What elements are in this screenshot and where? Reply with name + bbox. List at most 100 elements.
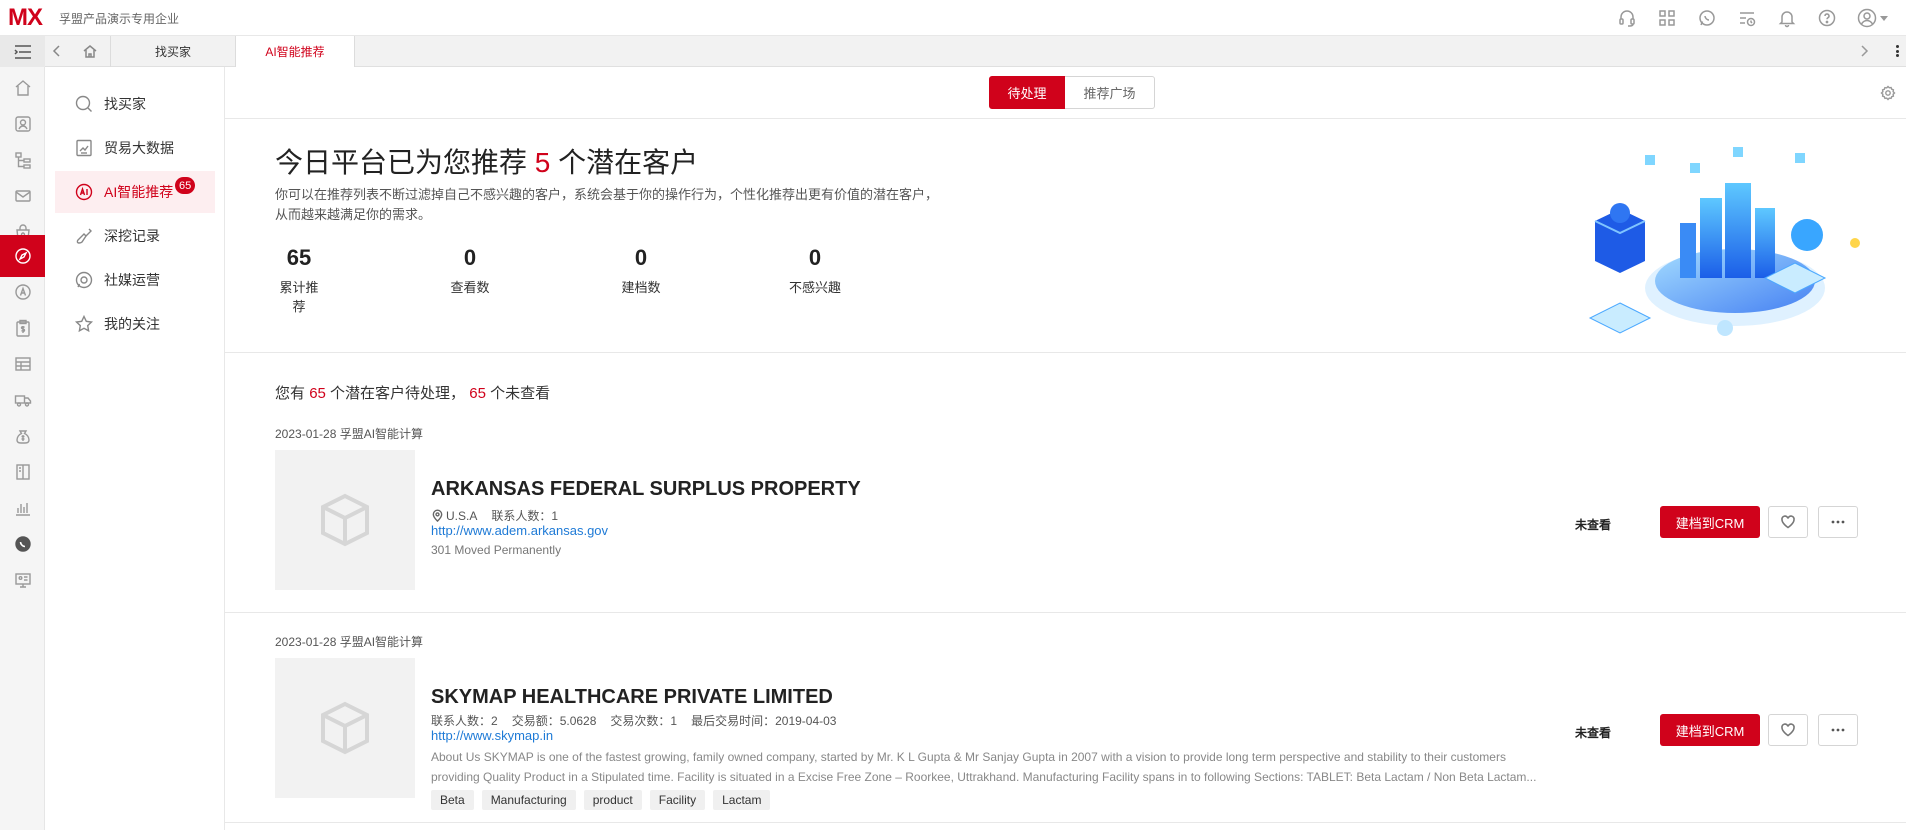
subnav-label: 找买家 [104, 96, 146, 112]
heart-icon [1781, 723, 1795, 737]
summary-text: 个未查看 [490, 385, 551, 402]
headset-icon[interactable] [1616, 7, 1638, 29]
schedule-icon[interactable] [1736, 7, 1758, 29]
subnav-item-trade-data[interactable]: 贸易大数据 [55, 127, 215, 169]
stat-label: 查看数 [450, 280, 490, 295]
desc-line: 从而越来越满足你的需求。 [275, 207, 432, 222]
ai-illustration [1588, 147, 1860, 336]
unviewed-count: 65 [469, 385, 486, 402]
heart-icon [1781, 515, 1795, 529]
favorite-button[interactable] [1768, 714, 1808, 746]
stat-label: 累计推荐 [279, 280, 319, 314]
hero-description: 你可以在推荐列表不断过滤掉自己不感兴趣的客户，系统会基于你的操作行为，个性化推荐… [275, 185, 1035, 225]
subnav-item-find-buyers[interactable]: 找买家 [55, 83, 215, 125]
more-vertical-icon[interactable] [1894, 42, 1900, 60]
company-website-link[interactable]: http://www.skymap.in [431, 728, 553, 743]
company-thumbnail[interactable] [275, 658, 415, 798]
apps-grid-icon[interactable] [1656, 7, 1678, 29]
ai-icon [75, 183, 93, 201]
favorite-button[interactable] [1768, 506, 1808, 538]
shovel-icon [76, 228, 92, 244]
tag: Beta [431, 790, 474, 810]
user-menu[interactable] [1856, 7, 1888, 29]
subnav-item-ai-recommend[interactable]: AI智能推荐 65 [55, 171, 215, 213]
whatsapp-icon[interactable] [1696, 7, 1718, 29]
stat-value: 0 [463, 245, 477, 270]
stat-label: 不感兴趣 [788, 280, 841, 295]
chevron-left-icon[interactable] [50, 44, 64, 58]
tag: product [583, 790, 642, 810]
contact-count: 联系人数：2 [431, 714, 498, 728]
stat-label: 建档数 [621, 280, 661, 295]
desc-line: 你可以在推荐列表不断过滤掉自己不感兴趣的客户，系统会基于你的操作行为，个性化推荐… [275, 187, 939, 202]
subnav-label: 深挖记录 [104, 228, 160, 244]
subnav-item-my-follows[interactable]: 我的关注 [55, 303, 215, 345]
secondary-nav: 找买家 贸易大数据 AI智能推荐 65 深挖记录 社媒运营 我的关注 [45, 67, 225, 830]
stat-viewed: 0 查看数 [450, 245, 490, 296]
website-status: 301 Moved Permanently [431, 543, 562, 557]
company-thumbnail[interactable] [275, 450, 415, 590]
company-title[interactable]: ARKANSAS FEDERAL SURPLUS PROPERTY [431, 478, 861, 501]
help-icon[interactable] [1816, 7, 1838, 29]
subnav-item-dig-records[interactable]: 深挖记录 [55, 215, 215, 257]
stat-value: 0 [634, 245, 648, 270]
company-title[interactable]: SKYMAP HEALTHCARE PRIVATE LIMITED [431, 686, 833, 709]
box-placeholder-icon [321, 493, 369, 547]
settings-icon[interactable] [1880, 85, 1896, 101]
tag: Facility [649, 790, 706, 810]
card-date: 2023-01-28 孚盟AI智能计算 [275, 635, 424, 649]
stat-total-recommended: 65 累计推荐 [275, 245, 323, 315]
headline-prefix: 今日平台已为您推荐 [275, 147, 528, 178]
headline-suffix: 个潜在客户 [558, 147, 699, 178]
menu-toggle-button[interactable] [0, 36, 45, 67]
subnav-label: 我的关注 [104, 316, 160, 332]
status-segmented-control: 待处理 推荐广场 [989, 76, 1155, 109]
data-icon [76, 139, 92, 157]
search-icon [75, 95, 92, 112]
summary-text: 个潜在客户待处理， [330, 385, 466, 402]
tab-find-buyers[interactable]: 找买家 [110, 36, 235, 67]
card-date: 2023-01-28 孚盟AI智能计算 [275, 427, 424, 441]
archive-to-crm-button[interactable]: 建档到CRM [1660, 714, 1760, 746]
subnav-item-social-media[interactable]: 社媒运营 [55, 259, 215, 301]
stat-value: 0 [808, 245, 822, 270]
user-avatar-icon [1856, 7, 1878, 29]
subnav-label: AI智能推荐 [104, 184, 174, 200]
box-placeholder-icon [321, 701, 369, 755]
more-actions-button[interactable] [1818, 506, 1858, 538]
page-headline: 今日平台已为您推荐 5 个潜在客户 [275, 141, 698, 181]
bell-icon[interactable] [1776, 7, 1798, 29]
stat-value: 65 [286, 245, 312, 270]
pending-count: 65 [309, 385, 326, 402]
segment-recommend-square[interactable]: 推荐广场 [1065, 76, 1155, 109]
home-tab-icon[interactable] [82, 43, 98, 59]
company-meta: 联系人数：2 交易额：5.0628 交易次数：1 最后交易时间：2019-04-… [431, 712, 836, 729]
tag: Manufacturing [481, 790, 576, 810]
stat-archived: 0 建档数 [621, 245, 661, 296]
more-actions-button[interactable] [1818, 714, 1858, 746]
chevron-right-icon[interactable] [1858, 45, 1870, 57]
count-badge: 65 [175, 177, 196, 194]
tab-ai-recommend[interactable]: AI智能推荐 [235, 36, 355, 67]
desc-line: providing Quality Product in a Stipulate… [431, 770, 1537, 784]
pending-summary: 您有 65 个潜在客户待处理， 65 个未查看 [275, 382, 550, 403]
divider [225, 822, 1906, 823]
company-website-link[interactable]: http://www.adem.arkansas.gov [431, 523, 608, 538]
last-trade-date: 最后交易时间：2019-04-03 [691, 714, 837, 728]
view-status: 未查看 [1575, 726, 1612, 740]
location-pin-icon [432, 509, 443, 522]
rail-monitor-icon[interactable] [0, 559, 45, 601]
subnav-label: 社媒运营 [104, 272, 160, 288]
chevron-down-icon [1880, 15, 1888, 21]
archive-to-crm-button[interactable]: 建档到CRM [1660, 506, 1760, 538]
brand-logo[interactable]: MX [8, 4, 43, 32]
segment-pending[interactable]: 待处理 [989, 76, 1065, 109]
view-status: 未查看 [1575, 518, 1612, 532]
header-actions [1616, 0, 1888, 36]
stat-not-interested: 0 不感兴趣 [787, 245, 843, 296]
desc-line: About Us SKYMAP is one of the fastest gr… [431, 750, 1506, 764]
contact-count: 联系人数：1 [491, 509, 559, 523]
company-tags: Beta Manufacturing product Facility Lact… [431, 790, 771, 810]
country: U.S.A [446, 508, 478, 523]
headline-count: 5 [534, 147, 551, 178]
